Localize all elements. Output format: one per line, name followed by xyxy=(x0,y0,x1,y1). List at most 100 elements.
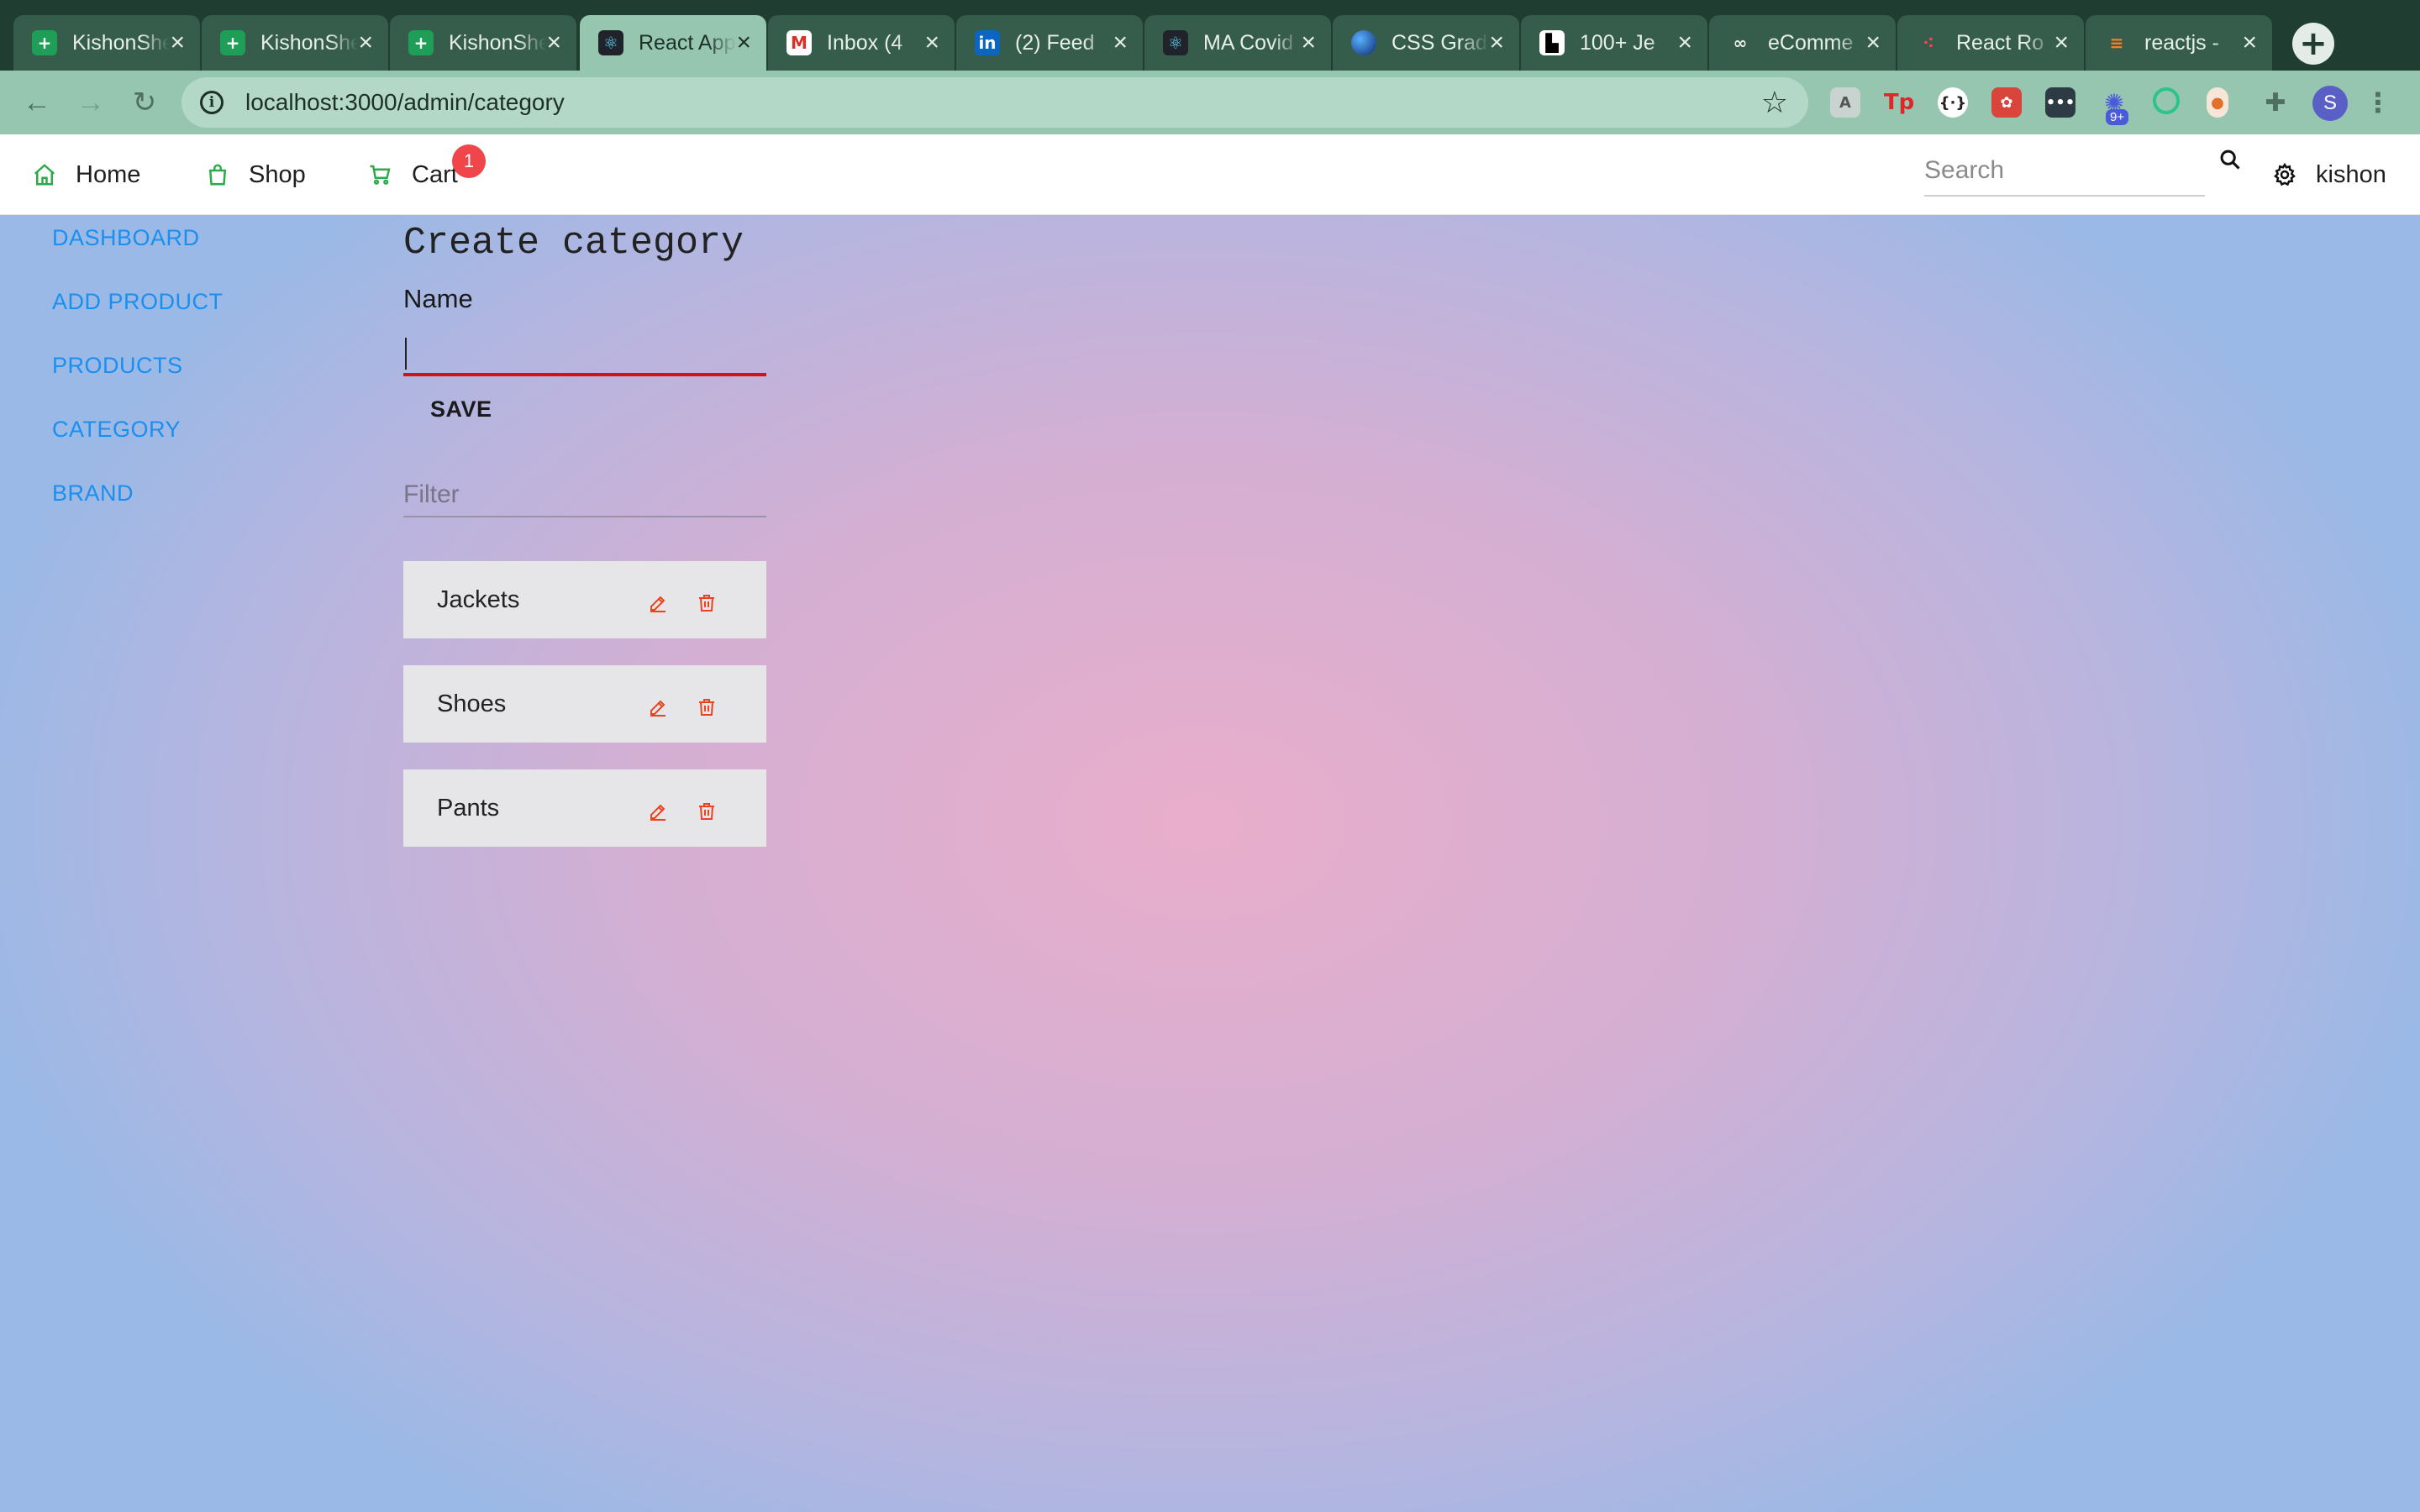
list-item: Jackets xyxy=(403,561,766,638)
cart-count-badge: 1 xyxy=(452,144,486,178)
browser-tab[interactable]: ∞ eComme × xyxy=(1709,15,1896,71)
close-icon[interactable]: × xyxy=(1677,30,1692,55)
edit-icon[interactable] xyxy=(647,696,669,719)
nav-home-label: Home xyxy=(76,160,141,188)
close-icon[interactable]: × xyxy=(2242,30,2257,55)
browser-tab[interactable]: ≡ reactjs - × xyxy=(2086,15,2272,71)
google-sheets-icon: + xyxy=(220,30,245,55)
extension-icon[interactable]: Tp xyxy=(1884,87,1914,118)
close-icon[interactable]: × xyxy=(736,30,751,55)
sidebar-item-dashboard[interactable]: DASHBOARD xyxy=(52,225,224,289)
browser-tab[interactable]: + KishonSheet × xyxy=(202,15,388,71)
browser-tab[interactable]: in (2) Feed × xyxy=(956,15,1143,71)
address-bar[interactable]: i localhost:3000/admin/category ☆ xyxy=(182,77,1808,128)
site-info-icon[interactable]: i xyxy=(200,91,224,114)
globe-icon xyxy=(1351,30,1376,55)
user-name: kishon xyxy=(2316,160,2386,188)
kebab-menu-icon[interactable]: ⋮ xyxy=(2365,86,2391,119)
bookmark-star-icon[interactable]: ☆ xyxy=(1761,85,1788,120)
extension-icon[interactable]: ••• xyxy=(2045,87,2075,118)
nav-cart[interactable]: Cart xyxy=(368,134,458,215)
browser-tab[interactable]: + KishonSheet × xyxy=(13,15,200,71)
extension-badge: 9+ xyxy=(2106,109,2129,125)
delete-icon[interactable] xyxy=(696,591,718,615)
tab-title: (2) Feed xyxy=(1015,30,1095,55)
tab-title: eComme xyxy=(1768,30,1854,55)
text-cursor xyxy=(405,338,407,370)
sidebar-item-products[interactable]: PRODUCTS xyxy=(52,353,224,417)
list-item: Pants xyxy=(403,769,766,847)
react-icon: ⚛ xyxy=(598,30,623,55)
close-icon[interactable]: × xyxy=(1865,30,1881,55)
browser-tab-active[interactable]: ⚛ React App × xyxy=(580,15,766,71)
tab-title: React App xyxy=(639,30,736,55)
close-icon[interactable]: × xyxy=(1301,30,1316,55)
close-icon[interactable]: × xyxy=(924,30,939,55)
puzzle-icon[interactable]: ✚ xyxy=(2260,87,2291,118)
google-sheets-icon: + xyxy=(32,30,57,55)
close-icon[interactable]: × xyxy=(1113,30,1128,55)
edit-icon[interactable] xyxy=(647,800,669,823)
shopping-bag-icon xyxy=(208,164,227,186)
url-text[interactable]: localhost:3000/admin/category xyxy=(245,89,1761,116)
browser-tab[interactable]: ⁖ React Ro × xyxy=(1897,15,2084,71)
close-icon[interactable]: × xyxy=(2054,30,2069,55)
close-icon[interactable]: × xyxy=(170,30,185,55)
squarespace-icon: ∞ xyxy=(1733,33,1748,53)
browser-tab[interactable]: + KishonSheet × xyxy=(390,15,576,71)
tab-title: CSS Grad xyxy=(1392,30,1487,55)
tab-title: reactjs - xyxy=(2144,30,2219,55)
browser-tab[interactable]: M Inbox (4 × xyxy=(768,15,955,71)
browser-tab[interactable]: CSS Grad × xyxy=(1333,15,1519,71)
extension-icon[interactable]: ✿ xyxy=(1991,87,2022,118)
close-icon[interactable]: × xyxy=(546,30,561,55)
list-item: Shoes xyxy=(403,665,766,743)
edit-icon[interactable] xyxy=(647,591,669,615)
top-navbar: Home Shop Cart 1 kishon xyxy=(0,134,2420,215)
nav-shop[interactable]: Shop xyxy=(205,134,306,215)
category-panel: Create category Name SAVE Jackets Shoes xyxy=(403,215,773,874)
stackoverflow-icon: ≡ xyxy=(2109,33,2124,53)
tab-title: KishonSheet xyxy=(260,30,359,55)
gear-icon xyxy=(2274,162,2296,186)
delete-icon[interactable] xyxy=(696,696,718,719)
close-icon[interactable]: × xyxy=(1489,30,1504,55)
name-label: Name xyxy=(403,284,473,313)
cart-icon xyxy=(370,165,391,185)
search-icon[interactable] xyxy=(2218,148,2242,171)
tab-title: 100+ Je xyxy=(1580,30,1655,55)
nav-cart-label: Cart xyxy=(412,160,458,188)
tab-title: KishonSheet xyxy=(449,30,547,55)
extension-icon[interactable] xyxy=(2153,87,2180,114)
browser-tab[interactable]: ▙ 100+ Je × xyxy=(1521,15,1707,71)
close-icon[interactable]: × xyxy=(358,30,373,55)
extension-icon[interactable]: {·} xyxy=(1938,87,1968,118)
reload-icon[interactable]: ↻ xyxy=(128,86,161,119)
save-button[interactable]: SAVE xyxy=(430,388,492,430)
filter-input[interactable] xyxy=(403,474,766,516)
category-name-input[interactable] xyxy=(403,333,766,373)
browser-toolbar: ← → ↻ i localhost:3000/admin/category ☆ … xyxy=(0,71,2420,134)
user-menu[interactable]: kishon xyxy=(2272,134,2386,215)
extension-icon[interactable]: ● xyxy=(2207,87,2228,118)
forward-icon[interactable]: → xyxy=(74,86,108,119)
delete-icon[interactable] xyxy=(696,800,718,823)
page-title: Create category xyxy=(403,222,744,265)
sidebar-item-add-product[interactable]: ADD PRODUCT xyxy=(52,289,224,353)
tab-title: KishonSheet xyxy=(72,30,171,55)
browser-tab[interactable]: ⚛ MA Covid × xyxy=(1144,15,1331,71)
sidebar-item-category[interactable]: CATEGORY xyxy=(52,417,224,480)
new-tab-button[interactable]: + xyxy=(2292,23,2334,65)
back-icon[interactable]: ← xyxy=(20,86,54,119)
gmail-icon: M xyxy=(786,30,812,55)
react-icon: ⚛ xyxy=(1163,30,1188,55)
search-field xyxy=(1924,146,2205,197)
profile-avatar[interactable]: S xyxy=(2312,86,2348,121)
google-sheets-icon: + xyxy=(408,30,434,55)
nav-home[interactable]: Home xyxy=(32,134,140,215)
search-input[interactable] xyxy=(1924,146,2205,195)
tab-title: Inbox (4 xyxy=(827,30,903,55)
extension-icon[interactable]: A xyxy=(1830,87,1860,118)
sidebar-item-brand[interactable]: BRAND xyxy=(52,480,224,544)
unsplash-icon: ▙ xyxy=(1539,30,1565,55)
